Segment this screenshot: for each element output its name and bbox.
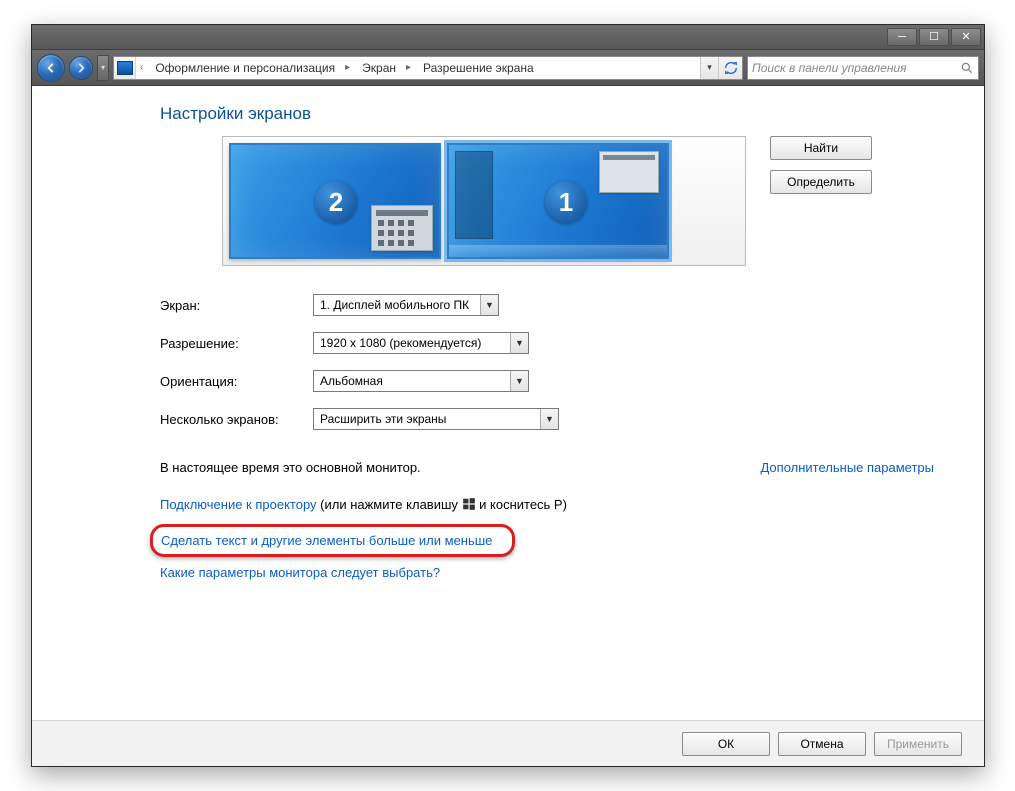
find-button[interactable]: Найти (770, 136, 872, 160)
breadcrumb-seg3[interactable]: Разрешение экрана (415, 57, 540, 79)
monitors-preview[interactable]: 2 1 (222, 136, 746, 266)
search-placeholder: Поиск в панели управления (752, 61, 960, 75)
close-button[interactable]: ✕ (951, 28, 981, 46)
resolution-select[interactable]: 1920 x 1080 (рекомендуется) ▼ (313, 332, 529, 354)
minimize-button[interactable]: ─ (887, 28, 917, 46)
which-link[interactable]: Какие параметры монитора следует выбрать… (160, 565, 440, 580)
breadcrumb-seg2[interactable]: Экран (354, 57, 402, 79)
multi-value: Расширить эти экраны (320, 412, 446, 426)
projector-line: Подключение к проектору (или нажмите кла… (160, 497, 952, 512)
resolution-value: 1920 x 1080 (рекомендуется) (320, 336, 481, 350)
orientation-select[interactable]: Альбомная ▼ (313, 370, 529, 392)
detect-button[interactable]: Определить (770, 170, 872, 194)
search-input[interactable]: Поиск в панели управления (747, 56, 979, 80)
breadcrumb-dropdown[interactable]: ▾ (700, 57, 718, 79)
textsize-link[interactable]: Сделать текст и другие элементы больше и… (161, 533, 492, 548)
history-dropdown[interactable]: ▾ (97, 55, 109, 81)
windows-key-icon (462, 497, 476, 511)
orientation-value: Альбомная (320, 374, 383, 388)
chevron-down-icon: ▼ (510, 371, 528, 391)
primary-status: В настоящее время это основной монитор. (160, 460, 421, 475)
forward-button[interactable] (69, 56, 93, 80)
monitor-number: 2 (315, 181, 357, 223)
arrow-right-icon (74, 61, 88, 75)
projector-link[interactable]: Подключение к проектору (160, 497, 317, 512)
orientation-label: Ориентация: (160, 374, 313, 389)
thumb-icon (371, 205, 433, 251)
navbar: ▾ ‹ Оформление и персонализация ▸ Экран … (32, 50, 984, 86)
apply-button[interactable]: Применить (874, 732, 962, 756)
refresh-icon (724, 61, 738, 75)
chevron-right-icon: ‹ (136, 62, 147, 73)
screen-label: Экран: (160, 298, 313, 313)
monitor-2[interactable]: 2 (229, 143, 441, 259)
chevron-right-icon: ▸ (341, 62, 354, 73)
monitor-number: 1 (545, 181, 587, 223)
cancel-button[interactable]: Отмена (778, 732, 866, 756)
projector-hint2: и коснитесь P) (476, 497, 567, 512)
resolution-label: Разрешение: (160, 336, 313, 351)
arrow-left-icon (44, 61, 58, 75)
titlebar: ─ ☐ ✕ (32, 25, 984, 50)
ok-button[interactable]: ОК (682, 732, 770, 756)
breadcrumb-seg1[interactable]: Оформление и персонализация (147, 57, 341, 79)
multi-label: Несколько экранов: (160, 412, 313, 427)
back-button[interactable] (37, 54, 65, 82)
bottombar: ОК Отмена Применить (32, 720, 984, 766)
content: Настройки экранов 2 1 (32, 86, 984, 766)
search-icon (960, 61, 974, 75)
chevron-right-icon: ▸ (402, 62, 415, 73)
monitor-1[interactable]: 1 (447, 143, 669, 259)
chevron-down-icon: ▼ (480, 295, 498, 315)
breadcrumb-icon (114, 57, 136, 79)
refresh-button[interactable] (718, 57, 742, 79)
screen-value: 1. Дисплей мобильного ПК (320, 298, 469, 312)
breadcrumb[interactable]: ‹ Оформление и персонализация ▸ Экран ▸ … (113, 56, 743, 80)
maximize-button[interactable]: ☐ (919, 28, 949, 46)
chevron-down-icon: ▼ (540, 409, 558, 429)
chevron-down-icon: ▼ (510, 333, 528, 353)
window: ─ ☐ ✕ ▾ ‹ Оформление и персонализация ▸ … (31, 24, 985, 767)
thumb-icon (599, 151, 659, 193)
page-heading: Настройки экранов (160, 104, 952, 124)
advanced-link[interactable]: Дополнительные параметры (760, 460, 934, 475)
projector-hint1: (или нажмите клавишу (317, 497, 462, 512)
highlight-callout: Сделать текст и другие элементы больше и… (150, 524, 515, 557)
screen-select[interactable]: 1. Дисплей мобильного ПК ▼ (313, 294, 499, 316)
multi-select[interactable]: Расширить эти экраны ▼ (313, 408, 559, 430)
